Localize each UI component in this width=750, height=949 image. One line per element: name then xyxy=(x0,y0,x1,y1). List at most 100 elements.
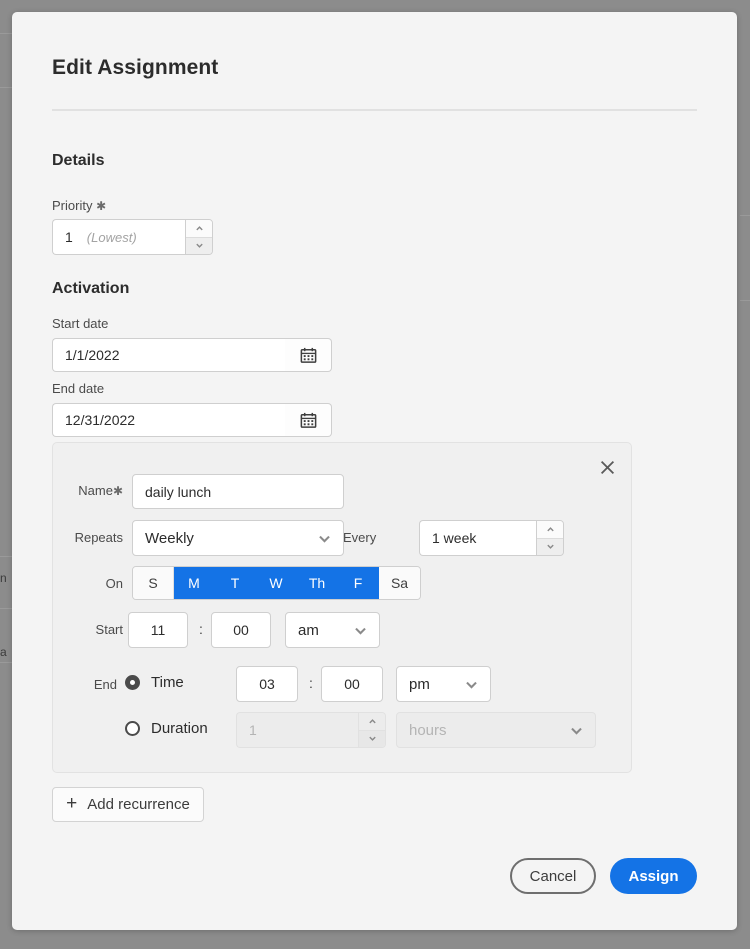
priority-value: 1 xyxy=(65,229,73,245)
every-decrement-button[interactable] xyxy=(537,537,563,555)
duration-value: 1 xyxy=(249,722,257,738)
end-meridiem-value: pm xyxy=(409,675,430,693)
start-date-value: 1/1/2022 xyxy=(65,347,120,363)
calendar-icon xyxy=(300,347,316,363)
duration-stepper[interactable] xyxy=(358,712,386,748)
start-time-separator: : xyxy=(199,621,203,637)
add-recurrence-button[interactable]: + Add recurrence xyxy=(52,787,204,822)
every-interval-stepper[interactable] xyxy=(536,520,564,556)
bg-divider xyxy=(0,87,12,88)
name-label-text: Name xyxy=(78,483,113,498)
end-mode-time-label[interactable]: Time xyxy=(151,674,184,691)
radio-selected-icon xyxy=(125,675,140,690)
day-toggle-saturday[interactable]: Sa xyxy=(379,567,420,599)
end-minute-value: 00 xyxy=(344,676,360,692)
bg-divider xyxy=(0,556,12,557)
priority-stepper[interactable] xyxy=(185,219,213,255)
start-date-calendar-button[interactable] xyxy=(285,338,332,372)
end-mode-duration-radio[interactable] xyxy=(125,721,141,737)
duration-unit-select[interactable]: hours xyxy=(396,712,596,748)
end-date-input[interactable]: 12/31/2022 xyxy=(52,403,285,437)
start-minute-input[interactable]: 00 xyxy=(211,612,271,648)
end-minute-input[interactable]: 00 xyxy=(321,666,383,702)
priority-label-text: Priority xyxy=(52,198,93,213)
day-toggle-tuesday[interactable]: T xyxy=(215,567,256,599)
every-interval-value: 1 week xyxy=(432,530,477,546)
every-increment-button[interactable] xyxy=(537,521,563,538)
priority-increment-button[interactable] xyxy=(186,220,212,237)
chevron-up-icon xyxy=(195,225,203,231)
end-date-value: 12/31/2022 xyxy=(65,412,136,428)
end-mode-duration-label[interactable]: Duration xyxy=(151,720,208,737)
repeats-value: Weekly xyxy=(145,529,194,547)
chevron-down-icon xyxy=(195,243,203,249)
duration-unit-value: hours xyxy=(409,721,447,739)
name-label: Name✱ xyxy=(53,483,123,498)
assign-label: Assign xyxy=(628,867,679,885)
duration-decrement-button[interactable] xyxy=(359,729,385,747)
start-date-input[interactable]: 1/1/2022 xyxy=(52,338,285,372)
bg-divider xyxy=(0,662,12,663)
start-hour-input[interactable]: 11 xyxy=(128,612,188,648)
chevron-down-icon xyxy=(546,544,554,550)
chevron-down-icon xyxy=(355,627,366,635)
recurrence-name-input[interactable]: daily lunch xyxy=(132,474,344,509)
bg-text-fragment: n xyxy=(0,571,7,585)
bg-divider xyxy=(740,300,750,301)
end-time-separator: : xyxy=(309,675,313,691)
chevron-down-icon xyxy=(466,681,477,689)
priority-hint: (Lowest) xyxy=(86,229,137,245)
chevron-down-icon xyxy=(368,736,376,742)
remove-recurrence-button[interactable] xyxy=(593,453,621,481)
priority-decrement-button[interactable] xyxy=(186,236,212,254)
day-toggle-monday[interactable]: M xyxy=(174,567,215,599)
every-interval-input[interactable]: 1 week xyxy=(419,520,536,556)
day-toggle-sunday[interactable]: S xyxy=(133,567,174,599)
start-minute-value: 00 xyxy=(233,622,249,638)
day-of-week-group[interactable]: S M T W Th F Sa xyxy=(132,566,421,600)
end-meridiem-select[interactable]: pm xyxy=(396,666,491,702)
end-mode-time-radio[interactable] xyxy=(125,675,141,691)
title-divider xyxy=(52,109,697,111)
repeats-select[interactable]: Weekly xyxy=(132,520,344,556)
required-asterisk-icon: ✱ xyxy=(96,199,107,213)
assign-button[interactable]: Assign xyxy=(610,858,697,894)
day-toggle-wednesday[interactable]: W xyxy=(256,567,297,599)
start-hour-value: 11 xyxy=(150,622,166,638)
bg-divider xyxy=(0,33,12,34)
end-hour-input[interactable]: 03 xyxy=(236,666,298,702)
end-date-calendar-button[interactable] xyxy=(285,403,332,437)
on-label: On xyxy=(105,576,123,591)
recurrence-name-value: daily lunch xyxy=(145,483,212,500)
start-date-label: Start date xyxy=(52,316,109,331)
start-meridiem-value: am xyxy=(298,621,319,639)
day-toggle-thursday[interactable]: Th xyxy=(297,567,338,599)
end-date-label: End date xyxy=(52,381,105,396)
start-meridiem-select[interactable]: am xyxy=(285,612,380,648)
bg-divider xyxy=(740,215,750,216)
duration-increment-button[interactable] xyxy=(359,713,385,730)
end-label: End xyxy=(93,677,117,692)
add-recurrence-label: Add recurrence xyxy=(87,796,190,813)
start-time-label: Start xyxy=(95,622,123,637)
close-icon xyxy=(600,460,614,474)
priority-label: Priority ✱ xyxy=(52,198,106,213)
calendar-icon xyxy=(300,412,316,428)
section-heading-activation: Activation xyxy=(52,280,130,297)
duration-value-input[interactable]: 1 xyxy=(236,712,358,748)
chevron-up-icon xyxy=(546,526,554,532)
edit-assignment-dialog: Edit Assignment Details Priority ✱ 1 (Lo… xyxy=(12,12,737,930)
bg-divider xyxy=(0,608,12,609)
radio-dot xyxy=(130,680,135,685)
section-heading-details: Details xyxy=(52,152,105,169)
cancel-button[interactable]: Cancel xyxy=(510,858,596,894)
day-toggle-friday[interactable]: F xyxy=(338,567,379,599)
plus-icon: + xyxy=(66,793,78,814)
required-asterisk-icon: ✱ xyxy=(112,484,123,498)
page-title: Edit Assignment xyxy=(52,56,219,79)
priority-input[interactable]: 1 (Lowest) xyxy=(52,219,185,255)
chevron-down-icon xyxy=(571,727,582,735)
chevron-down-icon xyxy=(319,535,330,543)
radio-unselected-icon xyxy=(125,721,140,736)
every-label: Every xyxy=(343,530,377,545)
